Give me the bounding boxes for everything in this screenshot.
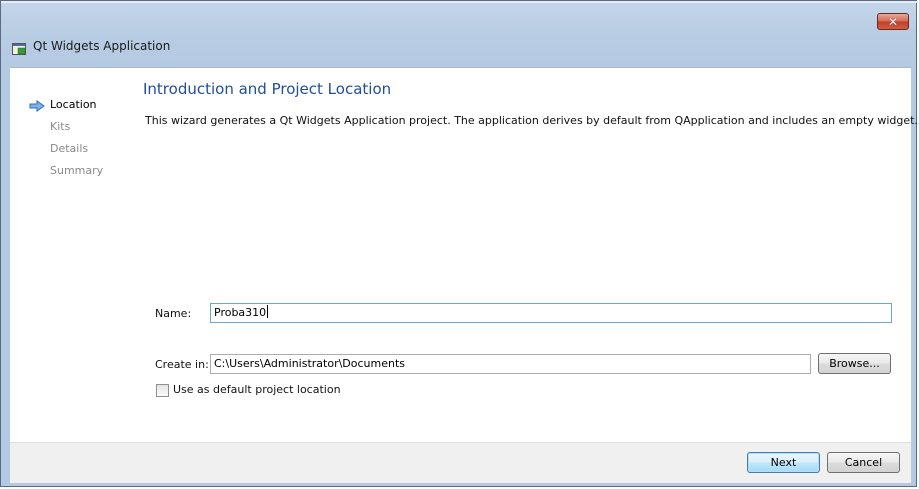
cancel-button[interactable]: Cancel: [827, 452, 900, 473]
close-icon: ✕: [887, 14, 899, 29]
qt-app-window-icon: [12, 40, 26, 55]
name-input[interactable]: Proba310: [210, 303, 892, 323]
create-in-label: Create in:: [155, 358, 209, 371]
step-kits: Kits: [50, 120, 71, 133]
step-summary: Summary: [50, 164, 104, 177]
close-button[interactable]: ✕: [877, 13, 909, 30]
text-caret: [267, 305, 269, 318]
name-label: Name:: [155, 307, 192, 320]
step-details: Details: [50, 142, 89, 155]
wizard-window: Qt Widgets Application ✕ Location Kits D…: [0, 0, 918, 487]
title-bar[interactable]: Qt Widgets Application ✕: [1, 1, 918, 65]
window-title: Qt Widgets Application: [33, 39, 171, 53]
browse-button[interactable]: Browse...: [818, 353, 891, 374]
name-value: Proba310: [214, 306, 267, 319]
next-button[interactable]: Next: [747, 452, 820, 473]
wizard-content: Location Kits Details Summary Introducti…: [10, 67, 918, 443]
page-description: This wizard generates a Qt Widgets Appli…: [145, 114, 918, 127]
default-location-checkbox[interactable]: [156, 384, 169, 397]
create-in-value: C:\Users\Administrator\Documents: [214, 357, 406, 370]
page-title: Introduction and Project Location: [143, 80, 392, 98]
create-in-input[interactable]: C:\Users\Administrator\Documents: [210, 354, 811, 374]
wizard-footer: Next Cancel: [10, 442, 911, 483]
right-arrow-icon: [29, 97, 45, 112]
step-location: Location: [50, 98, 97, 111]
default-location-label[interactable]: Use as default project location: [173, 383, 341, 396]
